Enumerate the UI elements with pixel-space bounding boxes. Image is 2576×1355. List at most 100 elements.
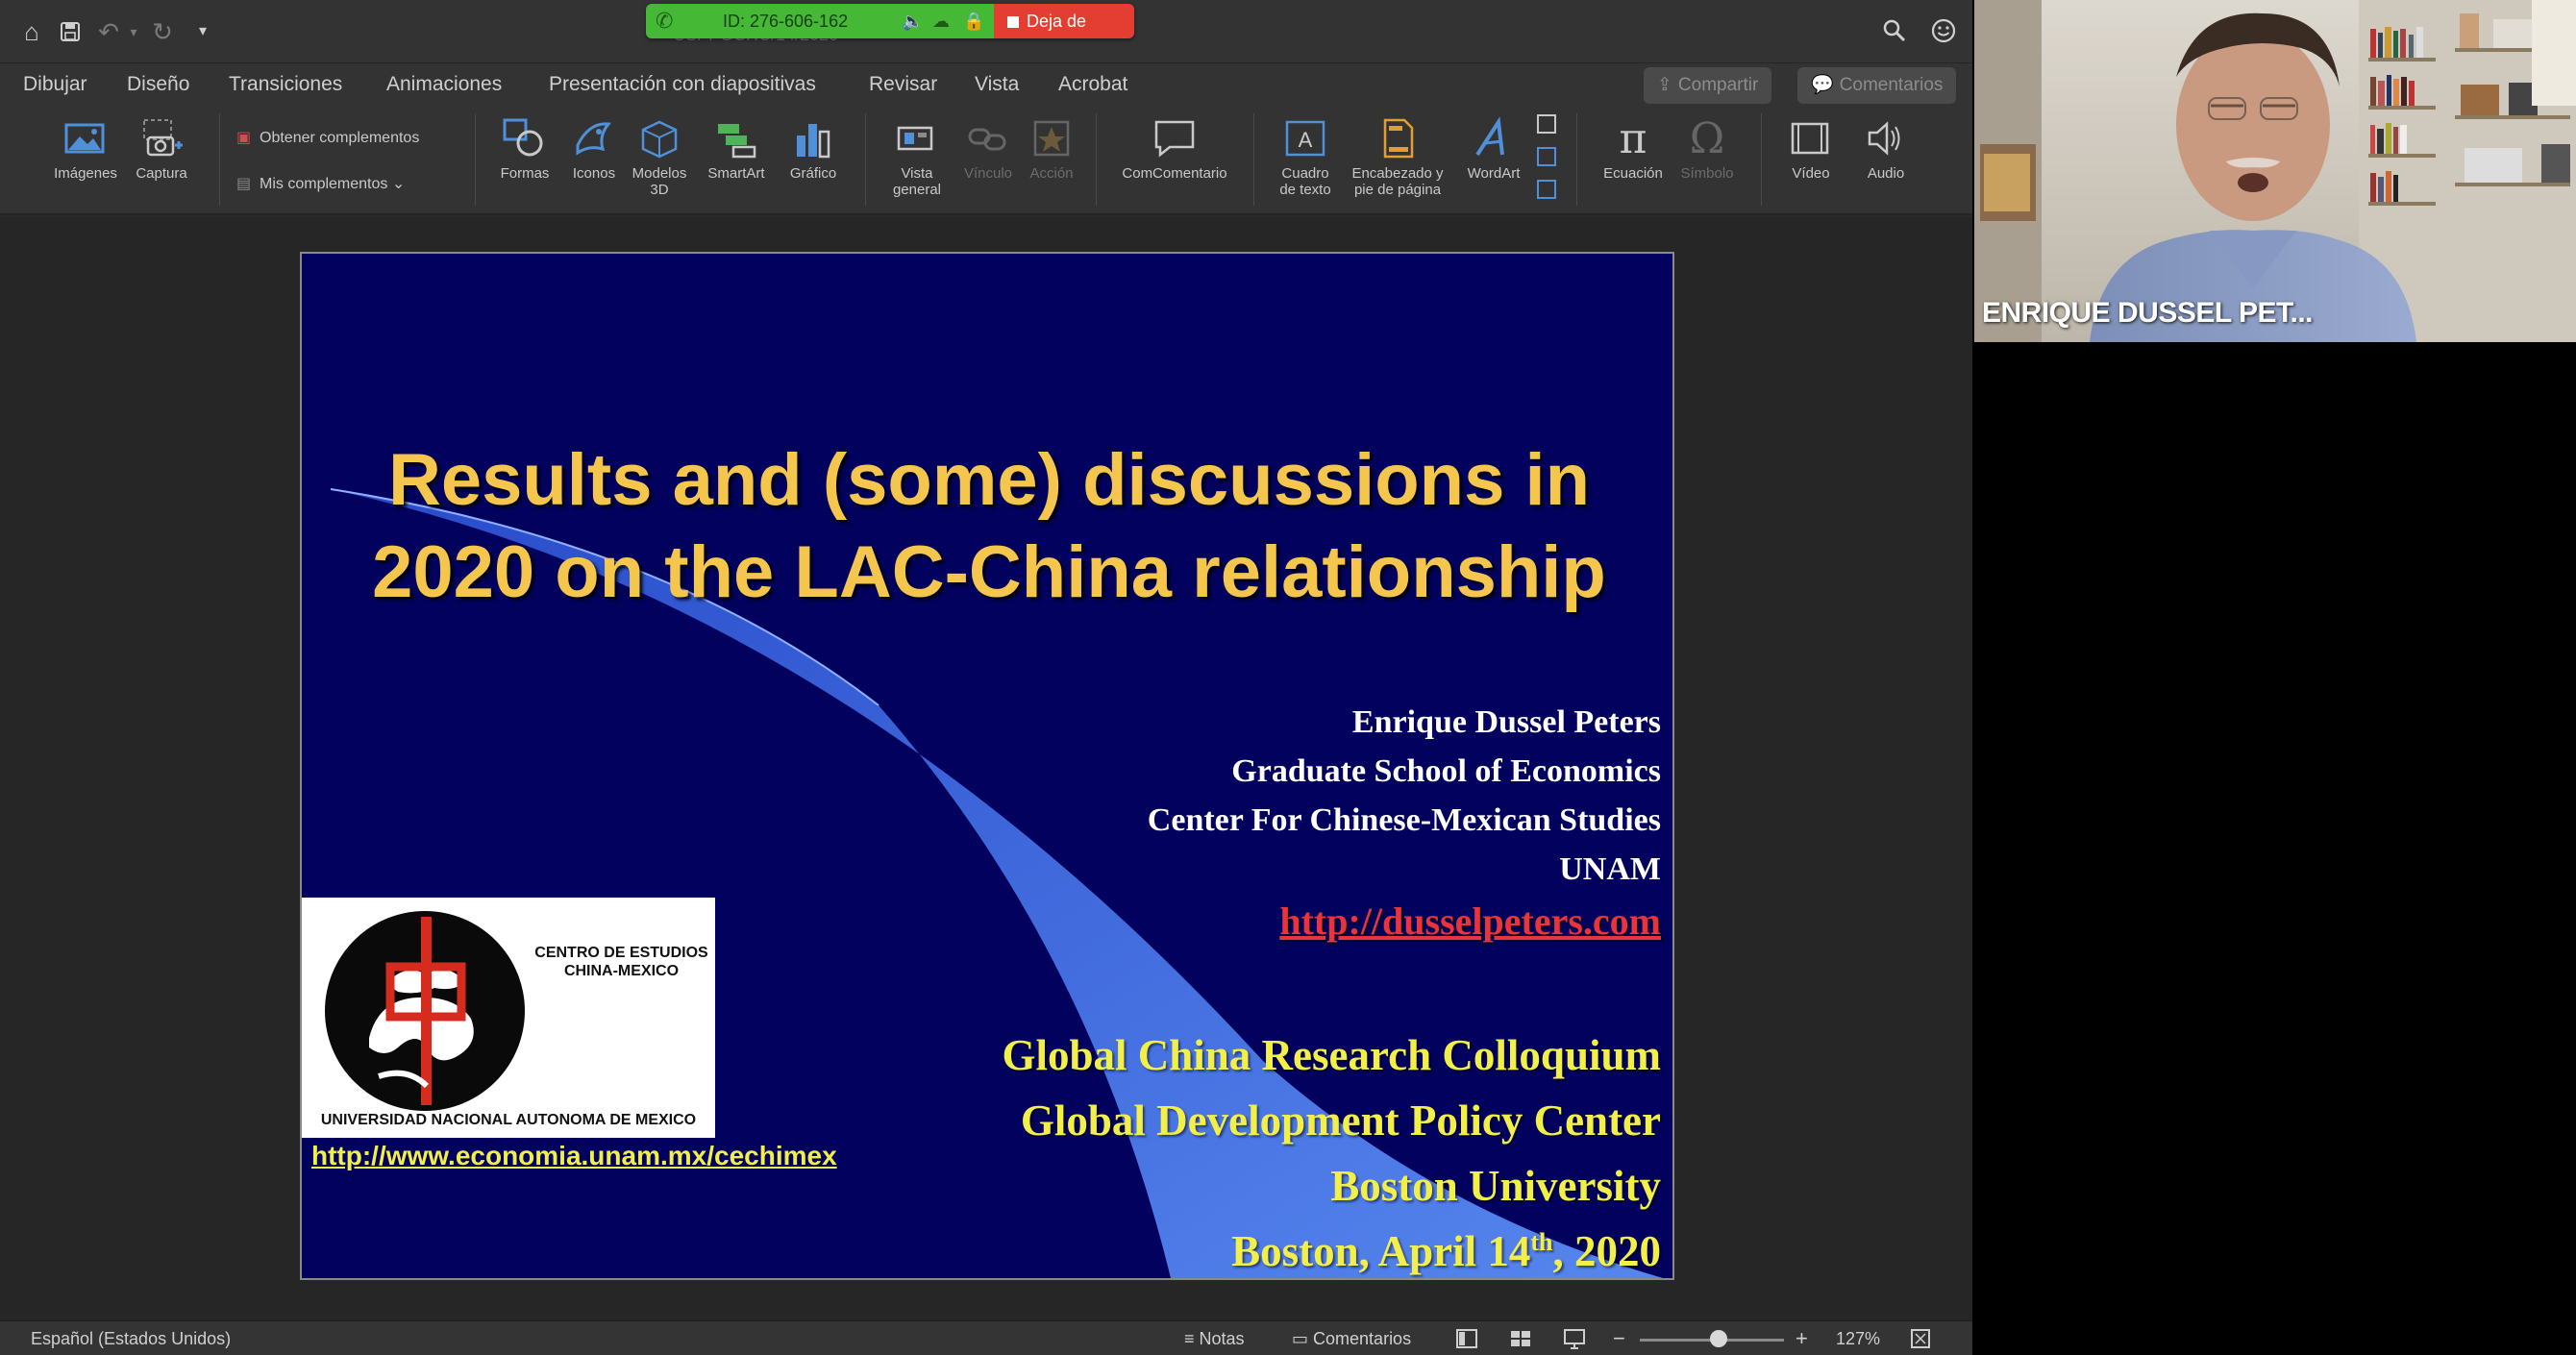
zoom-slider-thumb[interactable] bbox=[1710, 1330, 1727, 1347]
comment-label: ComComentario bbox=[1122, 165, 1227, 182]
undo-dropdown-icon[interactable]: ▾ bbox=[119, 17, 148, 46]
customize-toolbar-icon[interactable]: ▾ bbox=[188, 17, 217, 46]
chart-label: Gráfico bbox=[789, 165, 837, 182]
home-icon[interactable]: ⌂ bbox=[17, 17, 46, 46]
my-addins-label: Mis complementos bbox=[260, 176, 388, 192]
images-button[interactable]: Imágenes bbox=[42, 111, 129, 211]
tab-acrobat[interactable]: Acrobat bbox=[1058, 71, 1127, 98]
lock-icon[interactable]: 🔒 bbox=[963, 10, 984, 33]
wordart-label: WordArt bbox=[1467, 165, 1521, 182]
date-object-icons bbox=[1532, 111, 1561, 208]
slideshow-icon[interactable] bbox=[1563, 1325, 1586, 1355]
get-addins-button[interactable]: ▣ Obtener complementos bbox=[236, 129, 419, 148]
ribbon: Imágenes Captura ▣ Obtener complementos … bbox=[0, 106, 1972, 215]
tab-transiciones[interactable]: Transiciones bbox=[229, 71, 342, 98]
website-link[interactable]: http://dusselpeters.com bbox=[1279, 898, 1661, 946]
save-icon[interactable] bbox=[56, 17, 85, 46]
phone-icon: ✆ bbox=[656, 9, 674, 33]
participant-video-frame bbox=[1974, 0, 2576, 342]
date-prefix: Boston, April 14 bbox=[1231, 1227, 1531, 1275]
overview-icon bbox=[879, 111, 955, 165]
ribbon-separator bbox=[1576, 113, 1577, 206]
comment-bubble-icon: 💬 bbox=[1811, 75, 1834, 95]
status-comments-button[interactable]: ▭ Comentarios bbox=[1292, 1327, 1411, 1350]
action-button[interactable]: Acción bbox=[1013, 111, 1090, 211]
3d-models-button[interactable]: Modelos 3D bbox=[621, 111, 698, 211]
tab-vista[interactable]: Vista bbox=[975, 71, 1019, 98]
stop-icon bbox=[1007, 16, 1019, 28]
video-panel-empty bbox=[1974, 342, 2576, 1355]
audio-label: Audio bbox=[1867, 165, 1905, 182]
screen: ⌂ ↶ ▾ ↻ ▾ CSPPGCRC/14/2020 ✆ ID: 276-606… bbox=[0, 0, 2576, 1355]
participant-video-tile[interactable]: ENRIQUE DUSSEL PET... bbox=[1974, 0, 2576, 342]
ribbon-separator bbox=[1253, 113, 1254, 206]
insert-object-stack[interactable] bbox=[1532, 111, 1561, 211]
redo-icon[interactable]: ↻ bbox=[148, 17, 177, 46]
fit-to-window-icon[interactable] bbox=[1909, 1325, 1932, 1355]
search-icon[interactable] bbox=[1882, 15, 1907, 50]
symbol-button[interactable]: Ω Símbolo bbox=[1669, 111, 1746, 211]
slide-title-line1: Results and (some) discussions in bbox=[387, 439, 1591, 521]
title-bar: ⌂ ↶ ▾ ↻ ▾ CSPPGCRC/14/2020 ✆ ID: 276-606… bbox=[0, 0, 1972, 63]
normal-view-icon[interactable] bbox=[1455, 1325, 1478, 1355]
capture-button[interactable]: Captura bbox=[123, 111, 200, 211]
center-name: Center For Chinese-Mexican Studies bbox=[1147, 802, 1661, 838]
slide-title-line2: 2020 on the LAC-China relationship bbox=[372, 531, 1606, 613]
event-block: Global China Research Colloquium Global … bbox=[700, 1022, 1661, 1278]
tab-presentacion[interactable]: Presentación con diapositivas bbox=[549, 71, 816, 98]
logo-center-name: CENTRO DE ESTUDIOS CHINA-MEXICO bbox=[533, 944, 710, 980]
cloud-icon[interactable]: ☁ bbox=[932, 10, 950, 33]
3d-models-label-line2: 3D bbox=[650, 182, 669, 198]
overview-label-line2: general bbox=[892, 182, 942, 198]
wordart-button[interactable]: WordArt bbox=[1449, 111, 1538, 211]
textbox-icon: A bbox=[1265, 111, 1346, 165]
share-button[interactable]: ⇪ Compartir bbox=[1644, 67, 1772, 104]
svg-text:A: A bbox=[1299, 128, 1313, 152]
chart-button[interactable]: Gráfico bbox=[775, 111, 852, 211]
pi-icon: π bbox=[1619, 113, 1647, 163]
header-footer-button[interactable]: Encabezado y pie de página bbox=[1342, 111, 1453, 211]
notes-icon: ≡ bbox=[1184, 1329, 1195, 1348]
tab-revisar[interactable]: Revisar bbox=[869, 71, 937, 98]
video-button[interactable]: Vídeo bbox=[1772, 111, 1849, 211]
comment-icon: ▭ bbox=[1292, 1329, 1309, 1348]
tab-diseno[interactable]: Diseño bbox=[127, 71, 189, 98]
logo-center-line1: CENTRO DE ESTUDIOS bbox=[534, 945, 708, 961]
wordart-icon bbox=[1449, 111, 1538, 165]
session-info[interactable]: ✆ ID: 276-606-162 🔈 ☁ 🔒 bbox=[646, 4, 994, 38]
feedback-smiley-icon[interactable] bbox=[1930, 15, 1957, 51]
slide-sorter-icon[interactable] bbox=[1509, 1325, 1532, 1355]
overview-button[interactable]: Vista general bbox=[879, 111, 955, 211]
zoom-out-icon[interactable]: − bbox=[1613, 1325, 1625, 1352]
language-indicator[interactable]: Español (Estados Unidos) bbox=[31, 1327, 231, 1350]
tab-animaciones[interactable]: Animaciones bbox=[386, 71, 502, 98]
header-footer-label-line2: pie de página bbox=[1353, 182, 1442, 198]
textbox-button[interactable]: A Cuadro de texto bbox=[1265, 111, 1346, 211]
notes-button[interactable]: ≡ Notas bbox=[1184, 1327, 1245, 1350]
comment-button[interactable]: ComComentario bbox=[1107, 111, 1242, 211]
tab-dibujar[interactable]: Dibujar bbox=[23, 71, 87, 98]
slide[interactable]: Results and (some) discussions in 2020 o… bbox=[300, 252, 1674, 1280]
zoom-in-icon[interactable]: + bbox=[1796, 1325, 1808, 1352]
smartart-button[interactable]: SmartArt bbox=[698, 111, 775, 211]
university-name: UNAM bbox=[1559, 851, 1661, 887]
shapes-button[interactable]: Formas bbox=[486, 111, 563, 211]
speaker-icon bbox=[1847, 111, 1924, 165]
cechimex-url-link[interactable]: http://www.economia.unam.mx/cechimex bbox=[311, 1140, 837, 1172]
equation-button[interactable]: π Ecuación bbox=[1592, 111, 1674, 211]
action-label: Acción bbox=[1029, 165, 1074, 182]
screen-share-bar: ✆ ID: 276-606-162 🔈 ☁ 🔒 Deja de bbox=[646, 4, 1134, 38]
action-star-icon bbox=[1013, 111, 1090, 165]
stop-share-button[interactable]: Deja de bbox=[994, 4, 1134, 38]
event-line3: Boston University bbox=[1330, 1162, 1661, 1210]
stop-share-label: Deja de bbox=[1027, 12, 1087, 31]
participant-name: ENRIQUE DUSSEL PET... bbox=[1982, 297, 2314, 329]
comments-button[interactable]: 💬 Comentarios bbox=[1797, 67, 1957, 104]
speaker-icon[interactable]: 🔈 bbox=[902, 10, 923, 33]
audio-button[interactable]: Audio bbox=[1847, 111, 1924, 211]
status-comments-label: Comentarios bbox=[1313, 1329, 1412, 1348]
zoom-level[interactable]: 127% bbox=[1836, 1327, 1880, 1350]
smartart-icon bbox=[698, 111, 775, 165]
my-addins-button[interactable]: ▤ Mis complementos ⌄ bbox=[236, 175, 405, 194]
notes-label: Notas bbox=[1199, 1329, 1245, 1348]
